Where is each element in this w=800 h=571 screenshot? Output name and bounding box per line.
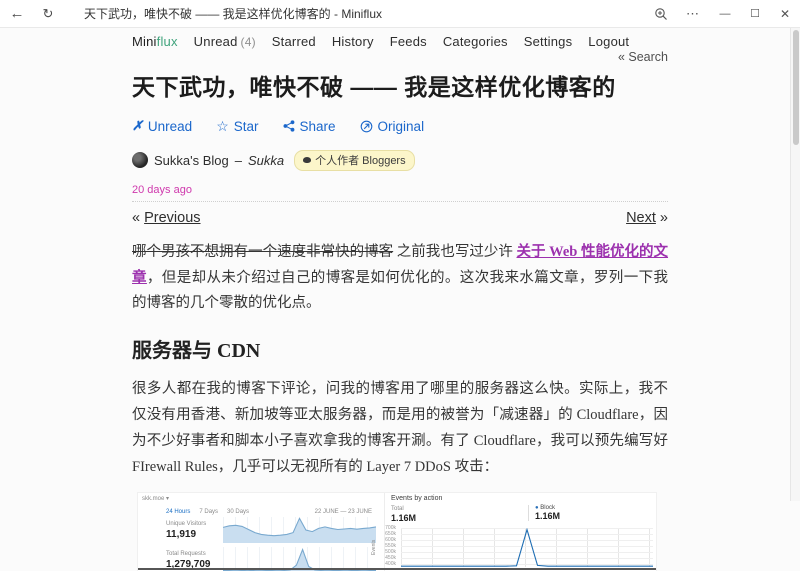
entry-date: 20 days ago (132, 184, 668, 196)
external-link-icon (360, 120, 373, 133)
nav-item-logout[interactable]: Logout (588, 34, 629, 49)
events-total-label: Total (391, 506, 404, 512)
star-icon: ☆ (216, 118, 229, 135)
entry-meta: Sukka's Blog – Sukka 个人作者 Bloggers (132, 150, 668, 171)
zoom-in-icon[interactable] (646, 7, 676, 21)
paragraph-1: 哪个男孩不想拥有一个速度非常快的博客 之前我也写过少许 关于 Web 性能优化的… (132, 240, 668, 317)
feed-avatar (132, 152, 148, 168)
events-title: Events by action (391, 495, 442, 502)
magnifier-plus-icon (654, 7, 668, 21)
minimize-button[interactable]: — (710, 0, 740, 28)
entry-content: 哪个男孩不想拥有一个速度非常快的博客 之前我也写过少许 关于 Web 性能优化的… (132, 240, 668, 571)
main-nav: Miniflux Unread(4) Starred History Feeds… (132, 28, 668, 49)
more-menu-icon[interactable]: ⋯ (676, 6, 710, 22)
events-chart (401, 528, 653, 567)
back-icon[interactable]: ← (0, 5, 34, 22)
share-button[interactable]: Share (283, 118, 336, 135)
caret-down-icon: ▾ (166, 496, 169, 502)
miniflux-page: Miniflux Unread(4) Starred History Feeds… (132, 28, 668, 571)
site-selector: skk.moe ▾ (142, 495, 169, 502)
paragraph-2: 很多人都在我的博客下评论，问我的博客用了哪里的服务器这么快。实际上，我不仅没有用… (132, 377, 668, 480)
logo-mini: Mini (132, 34, 157, 49)
divider (132, 201, 668, 202)
star-button[interactable]: ☆ Star (216, 118, 258, 135)
entry-title: 天下武功，唯快不破 —— 我是这样优化博客的 (132, 73, 668, 103)
author-separator: – (235, 153, 242, 168)
strikethrough-text: 哪个男孩不想拥有一个速度非常快的博客 (132, 244, 393, 260)
share-icon (283, 120, 295, 132)
total-requests-label: Total Requests (166, 551, 206, 557)
search-link[interactable]: « Search (618, 50, 668, 64)
scrollbar-thumb[interactable] (793, 30, 799, 145)
cloudflare-analytics-image: skk.moe ▾ 24 Hours 7 Days 30 Days 22 JUN… (138, 493, 656, 571)
nav-item-starred[interactable]: Starred (272, 34, 316, 49)
events-y-axis: 700k 650k 600k 550k 500k 450k 400k (376, 526, 396, 567)
nav-item-categories[interactable]: Categories (443, 34, 508, 49)
author-badge: 个人作者 Bloggers (294, 150, 414, 171)
image-bottom-edge (138, 568, 656, 570)
toggle-unread-button[interactable]: ✗ Unread (132, 118, 192, 135)
previous-entry-link[interactable]: « Previous (132, 210, 201, 226)
tab-7-days: 7 Days (199, 509, 218, 515)
unread-x-icon: ✗ (132, 118, 143, 134)
legend-value: 1.16M (535, 511, 560, 521)
pagination: « Previous Next » (132, 210, 668, 226)
author-name: Sukka (248, 153, 284, 168)
tab-30-days: 30 Days (227, 509, 249, 515)
feed-name-link[interactable]: Sukka's Blog (154, 153, 229, 168)
nav-item-feeds[interactable]: Feeds (390, 34, 427, 49)
search-row: « Search (132, 50, 668, 64)
unique-visitors-label: Unique Visitors (166, 521, 206, 527)
date-range: 22 JUNE — 23 JUNE (288, 509, 372, 515)
refresh-icon[interactable]: ↻ (34, 6, 62, 22)
badge-icon (303, 157, 311, 163)
original-link-button[interactable]: Original (360, 118, 425, 135)
unique-visitors-value: 11,919 (166, 529, 196, 540)
next-entry-link[interactable]: Next » (626, 210, 668, 226)
entry-actions: ✗ Unread ☆ Star Share Original (132, 118, 668, 135)
events-y-label: Events (371, 540, 377, 555)
browser-titlebar: ← ↻ 天下武功，唯快不破 —— 我是这样优化博客的 - Miniflux ⋯ … (0, 0, 800, 28)
miniflux-logo[interactable]: Miniflux (132, 34, 178, 49)
maximize-button[interactable]: ☐ (740, 0, 770, 28)
nav-item-history[interactable]: History (332, 34, 374, 49)
scrollbar[interactable] (790, 28, 800, 501)
time-range-tabs: 24 Hours 7 Days 30 Days (166, 509, 249, 515)
section-heading-server-cdn: 服务器与 CDN (132, 334, 668, 363)
nav-item-settings[interactable]: Settings (524, 34, 573, 49)
logo-flux: flux (157, 34, 178, 49)
close-button[interactable]: ✕ (770, 0, 800, 28)
unread-count: (4) (241, 35, 256, 49)
tab-24-hours: 24 Hours (166, 509, 190, 515)
total-requests-chart (223, 547, 376, 571)
unique-visitors-chart (223, 517, 376, 543)
nav-item-unread[interactable]: Unread(4) (194, 34, 256, 49)
events-legend: ● Block 1.16M (528, 505, 560, 521)
events-total-value: 1.16M (391, 513, 416, 523)
window-title: 天下武功，唯快不破 —— 我是这样优化博客的 - Miniflux (84, 5, 646, 22)
